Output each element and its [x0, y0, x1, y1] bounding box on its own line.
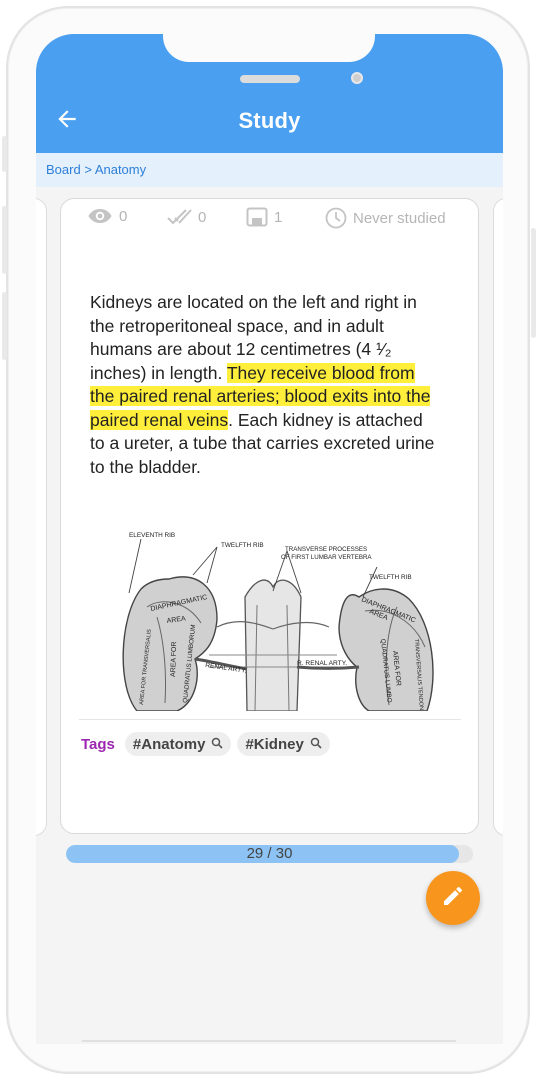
last-studied-text: Never studied [353, 209, 446, 227]
views-count: 0 [119, 207, 128, 225]
label-twelfth-rib-right: TWELFTH RIB [369, 574, 412, 581]
phone-camera [351, 72, 363, 84]
app-screen: Study Board > Anatomy 0 0 1 Never studie… [36, 34, 503, 1044]
label-transverse-processes: TRANSVERSE PROCESSES [285, 546, 367, 553]
search-icon [211, 736, 224, 753]
breadcrumb-board[interactable]: Board [46, 162, 81, 177]
clock-icon [325, 207, 347, 229]
inbox-icon [246, 207, 268, 227]
label-eleventh-rib: ELEVENTH RIB [129, 532, 175, 539]
cards-stat: 1 [246, 207, 282, 227]
phone-power-button [531, 228, 536, 338]
kidney-illustration: ELEVENTH RIB TWELFTH RIB TRANSVERSE PROC… [97, 527, 443, 712]
breadcrumb-separator: > [80, 162, 95, 177]
study-card: 0 0 1 Never studied Kidneys are located … [60, 198, 479, 834]
tag-chip-label: #Kidney [245, 735, 304, 753]
pencil-icon [441, 884, 465, 913]
label-renal-arty-left: RENAL ARTY. [205, 662, 247, 675]
edit-card-button[interactable] [426, 871, 480, 925]
breadcrumb: Board > Anatomy [36, 153, 503, 187]
label-renal-arty-right: R. RENAL ARTY. [297, 660, 347, 667]
next-card-edge[interactable] [493, 198, 503, 836]
card-content-text: Kidneys are located on the left and righ… [90, 291, 440, 479]
correct-stat: 0 [166, 207, 206, 227]
phone-speaker [240, 75, 300, 83]
page-title: Study [238, 108, 301, 133]
tags-label: Tags [81, 735, 115, 753]
correct-count: 0 [198, 208, 207, 226]
label-first-lumbar: OF FIRST LUMBAR VERTEBRA [281, 554, 372, 561]
eye-icon [87, 207, 113, 225]
cards-count: 1 [274, 208, 283, 226]
study-progress-label: 29 / 30 [246, 845, 293, 862]
tag-chip-kidney[interactable]: #Kidney [237, 732, 330, 756]
tag-chip-label: #Anatomy [132, 735, 206, 753]
phone-notch [163, 34, 375, 62]
home-indicator [82, 1040, 456, 1042]
phone-volume-down [2, 292, 7, 360]
last-studied-stat: Never studied [325, 207, 446, 229]
phone-side-button [2, 136, 7, 172]
card-stats: 0 0 1 Never studied [61, 207, 478, 231]
tags-row: Tags #Anatomy #Kidney [81, 732, 330, 756]
study-progress-bar: 29 / 30 [66, 845, 473, 863]
previous-card-edge[interactable] [36, 198, 47, 836]
search-icon [310, 736, 322, 753]
tag-chip-anatomy[interactable]: #Anatomy [124, 732, 232, 756]
label-twelfth-rib-left: TWELFTH RIB [221, 542, 264, 549]
views-stat: 0 [87, 207, 127, 225]
label-area-for-left: AREA FOR [170, 641, 178, 677]
double-check-icon [166, 207, 192, 227]
phone-volume-up [2, 206, 7, 274]
breadcrumb-anatomy[interactable]: Anatomy [95, 162, 146, 177]
tags-divider [79, 719, 461, 720]
